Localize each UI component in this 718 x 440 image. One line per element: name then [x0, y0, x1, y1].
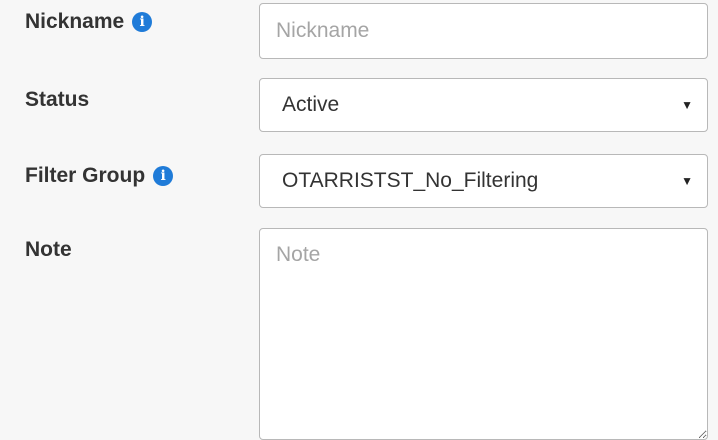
filter-group-label: Filter Group [25, 164, 146, 187]
user-settings-form: Nickname i Status Active ▼ Filter Group … [0, 0, 718, 440]
nickname-label: Nickname [25, 10, 125, 33]
filter-group-label-row: Filter Group i [25, 164, 174, 188]
note-textarea[interactable] [259, 228, 708, 440]
info-icon[interactable]: i [153, 166, 174, 186]
note-label: Note [25, 238, 72, 261]
chevron-down-icon: ▼ [681, 174, 693, 188]
filter-group-select[interactable]: OTARRISTST_No_Filtering ▼ [259, 154, 708, 208]
note-label-row: Note [25, 238, 72, 262]
nickname-label-row: Nickname i [25, 10, 153, 34]
status-select[interactable]: Active ▼ [259, 78, 708, 132]
chevron-down-icon: ▼ [681, 98, 693, 112]
nickname-input[interactable] [259, 3, 708, 59]
status-label-row: Status [25, 88, 89, 112]
filter-group-selected-value: OTARRISTST_No_Filtering [282, 169, 539, 192]
status-selected-value: Active [282, 93, 340, 116]
info-icon[interactable]: i [132, 12, 153, 32]
status-label: Status [25, 88, 90, 111]
